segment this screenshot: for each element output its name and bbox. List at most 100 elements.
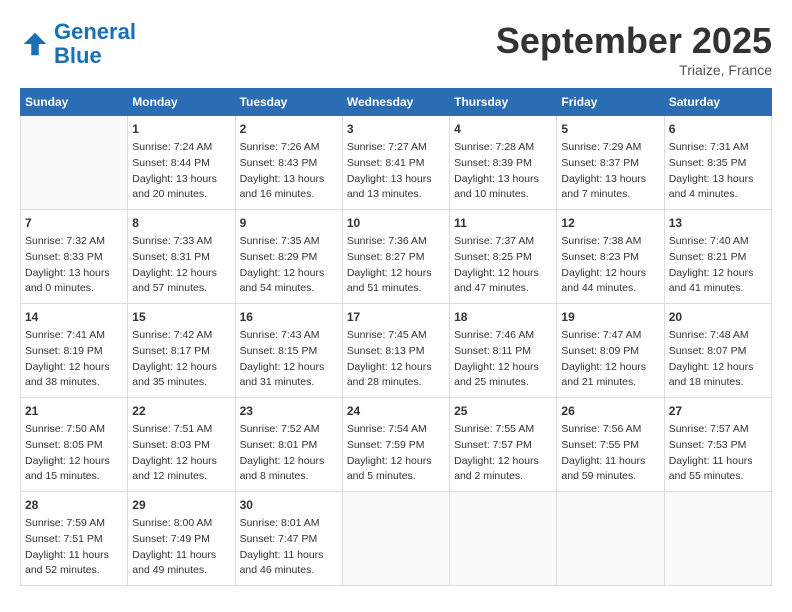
day-cell: 6Sunrise: 7:31 AMSunset: 8:35 PMDaylight… xyxy=(664,116,771,210)
day-number: 22 xyxy=(132,402,230,420)
day-number: 8 xyxy=(132,214,230,232)
location: Triaize, France xyxy=(496,62,772,78)
day-info: Sunrise: 7:26 AMSunset: 8:43 PMDaylight:… xyxy=(240,140,338,203)
day-number: 15 xyxy=(132,308,230,326)
day-info: Sunrise: 7:35 AMSunset: 8:29 PMDaylight:… xyxy=(240,234,338,297)
col-thursday: Thursday xyxy=(450,89,557,116)
day-info: Sunrise: 8:00 AMSunset: 7:49 PMDaylight:… xyxy=(132,516,230,579)
day-cell: 22 Sunrise: 7:51 AMSunset: 8:03 PMDayligh… xyxy=(128,398,235,492)
header-row: Sunday Monday Tuesday Wednesday Thursday… xyxy=(21,89,772,116)
day-info: Sunrise: 7:56 AMSunset: 7:55 PMDaylight:… xyxy=(561,422,659,485)
day-cell: 8Sunrise: 7:33 AMSunset: 8:31 PMDaylight… xyxy=(128,210,235,304)
col-tuesday: Tuesday xyxy=(235,89,342,116)
page-header: General Blue September 2025 Triaize, Fra… xyxy=(20,20,772,78)
day-number: 25 xyxy=(454,402,552,420)
day-info: Sunrise: 7:24 AMSunset: 8:44 PMDaylight:… xyxy=(132,140,230,203)
day-info: Sunrise: 7:50 AMSunset: 8:05 PMDaylight:… xyxy=(25,422,123,485)
week-row-1: 1 Sunrise: 7:24 AMSunset: 8:44 PMDaylight… xyxy=(21,116,772,210)
day-number: 24 xyxy=(347,402,445,420)
day-number: 27 xyxy=(669,402,767,420)
day-number: 17 xyxy=(347,308,445,326)
day-info: Sunrise: 7:54 AMSunset: 7:59 PMDaylight:… xyxy=(347,422,445,485)
day-cell: 19 Sunrise: 7:47 AMSunset: 8:09 PMDayligh… xyxy=(557,304,664,398)
day-number: 26 xyxy=(561,402,659,420)
day-cell xyxy=(557,492,664,586)
day-cell: 25Sunrise: 7:55 AMSunset: 7:57 PMDayligh… xyxy=(450,398,557,492)
day-number: 10 xyxy=(347,214,445,232)
day-info: Sunrise: 7:46 AMSunset: 8:11 PMDaylight:… xyxy=(454,328,552,391)
title-block: September 2025 Triaize, France xyxy=(496,20,772,78)
day-info: Sunrise: 7:59 AMSunset: 7:51 PMDaylight:… xyxy=(25,516,123,579)
calendar-table: Sunday Monday Tuesday Wednesday Thursday… xyxy=(20,88,772,586)
day-number: 28 xyxy=(25,496,123,514)
day-cell xyxy=(450,492,557,586)
day-cell: 1 Sunrise: 7:24 AMSunset: 8:44 PMDaylight… xyxy=(128,116,235,210)
day-info: Sunrise: 8:01 AMSunset: 7:47 PMDaylight:… xyxy=(240,516,338,579)
day-number: 4 xyxy=(454,120,552,138)
logo-line2: Blue xyxy=(54,43,102,68)
day-number: 21 xyxy=(25,402,123,420)
day-number: 16 xyxy=(240,308,338,326)
day-cell: 17Sunrise: 7:45 AMSunset: 8:13 PMDayligh… xyxy=(342,304,449,398)
day-number: 1 xyxy=(132,120,230,138)
day-number: 12 xyxy=(561,214,659,232)
day-cell: 9 Sunrise: 7:35 AMSunset: 8:29 PMDaylight… xyxy=(235,210,342,304)
day-info: Sunrise: 7:28 AMSunset: 8:39 PMDaylight:… xyxy=(454,140,552,203)
day-number: 14 xyxy=(25,308,123,326)
day-cell xyxy=(664,492,771,586)
day-cell xyxy=(21,116,128,210)
day-cell: 12Sunrise: 7:38 AMSunset: 8:23 PMDayligh… xyxy=(557,210,664,304)
day-info: Sunrise: 7:40 AMSunset: 8:21 PMDaylight:… xyxy=(669,234,767,297)
day-cell: 3 Sunrise: 7:27 AMSunset: 8:41 PMDaylight… xyxy=(342,116,449,210)
day-info: Sunrise: 7:57 AMSunset: 7:53 PMDaylight:… xyxy=(669,422,767,485)
day-number: 3 xyxy=(347,120,445,138)
day-cell: 14 Sunrise: 7:41 AMSunset: 8:19 PMDayligh… xyxy=(21,304,128,398)
day-cell: 28 Sunrise: 7:59 AMSunset: 7:51 PMDayligh… xyxy=(21,492,128,586)
day-cell: 15Sunrise: 7:42 AMSunset: 8:17 PMDayligh… xyxy=(128,304,235,398)
day-number: 7 xyxy=(25,214,123,232)
day-info: Sunrise: 7:51 AMSunset: 8:03 PMDaylight:… xyxy=(132,422,230,485)
day-info: Sunrise: 7:27 AMSunset: 8:41 PMDaylight:… xyxy=(347,140,445,203)
day-info: Sunrise: 7:41 AMSunset: 8:19 PMDaylight:… xyxy=(25,328,123,391)
col-friday: Friday xyxy=(557,89,664,116)
day-cell: 10 Sunrise: 7:36 AMSunset: 8:27 PMDayligh… xyxy=(342,210,449,304)
day-cell: 18 Sunrise: 7:46 AMSunset: 8:11 PMDayligh… xyxy=(450,304,557,398)
day-cell: 13 Sunrise: 7:40 AMSunset: 8:21 PMDayligh… xyxy=(664,210,771,304)
week-row-3: 14 Sunrise: 7:41 AMSunset: 8:19 PMDayligh… xyxy=(21,304,772,398)
day-number: 5 xyxy=(561,120,659,138)
day-number: 30 xyxy=(240,496,338,514)
day-info: Sunrise: 7:36 AMSunset: 8:27 PMDaylight:… xyxy=(347,234,445,297)
month-title: September 2025 xyxy=(496,20,772,62)
logo: General Blue xyxy=(20,20,136,68)
day-number: 13 xyxy=(669,214,767,232)
day-cell: 26 Sunrise: 7:56 AMSunset: 7:55 PMDayligh… xyxy=(557,398,664,492)
week-row-4: 21 Sunrise: 7:50 AMSunset: 8:05 PMDayligh… xyxy=(21,398,772,492)
logo-line1: General xyxy=(54,19,136,44)
day-cell: 11Sunrise: 7:37 AMSunset: 8:25 PMDayligh… xyxy=(450,210,557,304)
day-info: Sunrise: 7:31 AMSunset: 8:35 PMDaylight:… xyxy=(669,140,767,203)
logo-icon xyxy=(20,29,50,59)
logo-text: General Blue xyxy=(54,20,136,68)
week-row-2: 7 Sunrise: 7:32 AMSunset: 8:33 PMDaylight… xyxy=(21,210,772,304)
week-row-5: 28 Sunrise: 7:59 AMSunset: 7:51 PMDayligh… xyxy=(21,492,772,586)
col-saturday: Saturday xyxy=(664,89,771,116)
day-number: 20 xyxy=(669,308,767,326)
day-cell: 23Sunrise: 7:52 AMSunset: 8:01 PMDayligh… xyxy=(235,398,342,492)
day-info: Sunrise: 7:47 AMSunset: 8:09 PMDaylight:… xyxy=(561,328,659,391)
day-cell: 16Sunrise: 7:43 AMSunset: 8:15 PMDayligh… xyxy=(235,304,342,398)
day-number: 18 xyxy=(454,308,552,326)
day-info: Sunrise: 7:32 AMSunset: 8:33 PMDaylight:… xyxy=(25,234,123,297)
day-number: 19 xyxy=(561,308,659,326)
col-sunday: Sunday xyxy=(21,89,128,116)
day-info: Sunrise: 7:52 AMSunset: 8:01 PMDaylight:… xyxy=(240,422,338,485)
day-number: 29 xyxy=(132,496,230,514)
day-cell: 24 Sunrise: 7:54 AMSunset: 7:59 PMDayligh… xyxy=(342,398,449,492)
day-info: Sunrise: 7:48 AMSunset: 8:07 PMDaylight:… xyxy=(669,328,767,391)
day-number: 9 xyxy=(240,214,338,232)
calendar-body: 1 Sunrise: 7:24 AMSunset: 8:44 PMDaylight… xyxy=(21,116,772,586)
day-cell xyxy=(342,492,449,586)
day-cell: 2Sunrise: 7:26 AMSunset: 8:43 PMDaylight… xyxy=(235,116,342,210)
calendar-header: Sunday Monday Tuesday Wednesday Thursday… xyxy=(21,89,772,116)
day-cell: 20 Sunrise: 7:48 AMSunset: 8:07 PMDayligh… xyxy=(664,304,771,398)
day-cell: 27 Sunrise: 7:57 AMSunset: 7:53 PMDayligh… xyxy=(664,398,771,492)
